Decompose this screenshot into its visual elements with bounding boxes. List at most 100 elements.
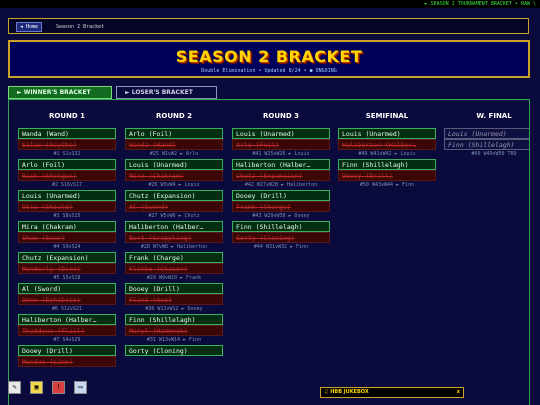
match-winner[interactable]: Finn (Shillelagh) xyxy=(338,159,436,170)
bracket-match[interactable]: Al (Sword) Omen (Exhibits) #6 S12vS21 xyxy=(18,283,116,313)
breadcrumb-current: Season 2 Bracket xyxy=(56,24,105,30)
jukebox-bar[interactable]: ♫ HBB JUKEBOX x xyxy=(320,387,464,398)
match-winner[interactable]: Dooey (Drill) xyxy=(232,190,330,201)
match-winner[interactable]: Louis (Unarmed) xyxy=(338,128,436,139)
match-winner[interactable]: Haliberton (Halber… xyxy=(125,221,223,232)
page-subtitle: Double Elimination • Updated 8/24 • ● ON… xyxy=(201,68,337,74)
match-info: #30 W11vW12 ► Dooey xyxy=(145,306,203,312)
match-info: #42 W27vW28 ► Haliberton xyxy=(244,182,318,188)
match-loser[interactable]: Haliberton (Halber… xyxy=(338,139,436,150)
team-slot[interactable]: Louis (Unarmed) xyxy=(444,128,529,139)
page-banner: SEASON 2 BRACKET Double Elimination • Up… xyxy=(8,40,530,78)
jukebox-close-button[interactable]: x xyxy=(457,388,460,397)
bracket-match[interactable]: Chutz (Expansion) Menderly (Dice) #5 S5vS2… xyxy=(18,252,116,282)
match-loser[interactable]: Burt (Grappling) xyxy=(125,232,223,243)
bracket-match[interactable]: Finn (Shillelagh) Dooey (Drill) #50 W43vW4… xyxy=(338,159,436,189)
match-info: #3 S8vS25 xyxy=(53,213,81,219)
bracket-match[interactable]: Arlo (Foil) Wanda (Wand) #25 W1vW2 ► Arlo xyxy=(125,128,223,158)
match-loser[interactable]: Chutz (Expansion) xyxy=(232,170,330,181)
match-loser[interactable]: Dooey (Drill) xyxy=(338,170,436,181)
match-loser[interactable]: Mira (Chakram) xyxy=(125,170,223,181)
match-winner[interactable]: Frank (Charge) xyxy=(125,252,223,263)
match-loser[interactable]: Al (Sword) xyxy=(125,201,223,212)
match-winner[interactable]: Dooey (Drill) xyxy=(18,345,116,356)
match-loser[interactable]: Flint (Axe) xyxy=(125,294,223,305)
jukebox-label: ♫ HBB JUKEBOX xyxy=(324,389,369,395)
bracket-match[interactable]: Louis (Unarmed) Arlo (Foil) #41 W25vW26 ► … xyxy=(232,128,330,158)
monitor-icon[interactable]: ▭ xyxy=(74,381,87,394)
match-info: #28 W7vW8 ► Haliberton xyxy=(140,244,208,250)
bracket-match[interactable]: Haliberton (Halber… Chutz (Expansion) #42 … xyxy=(232,159,330,189)
match-loser[interactable]: Otis (Shield) xyxy=(18,201,116,212)
marquee-ticker: ► SEASON 2 TOURNAMENT BRACKET • RAW \ xyxy=(424,1,536,7)
match-info: #60 W49vW50 TBD xyxy=(471,151,517,157)
breadcrumb: ◄ Home Season 2 Bracket xyxy=(8,18,529,34)
match-info: #6 S12vS21 xyxy=(51,306,83,312)
bracket-match[interactable]: Wanda (Wand) Silas (Scythe) #1 S1vS32 xyxy=(18,128,116,158)
bracket-match[interactable]: Finn (Shillelagh) Gorty (Cloning) #44 W31v… xyxy=(232,221,330,251)
match-winner[interactable]: Haliberton (Halber… xyxy=(18,314,116,325)
match-loser[interactable]: Rick (Shotgun) xyxy=(18,170,116,181)
match-winner[interactable]: Finn (Shillelagh) xyxy=(125,314,223,325)
match-loser[interactable]: Shaw (Scar) xyxy=(18,232,116,243)
match-loser[interactable]: Meryl (Hammock) xyxy=(125,325,223,336)
footer-icon-bar: ✎ ▣! ▭ xyxy=(8,381,96,396)
home-button[interactable]: ◄ Home xyxy=(16,22,43,32)
notepad-icon[interactable]: ✎ xyxy=(8,381,21,394)
match-info: #1 S1vS32 xyxy=(53,151,81,157)
match-winner[interactable]: Haliberton (Halber… xyxy=(232,159,330,170)
team-slot[interactable]: Finn (Shillelagh) xyxy=(444,139,529,150)
match-loser[interactable]: Flikke (Chaser) xyxy=(125,263,223,274)
bracket-match[interactable]: Gorty (Cloning) xyxy=(125,345,223,356)
round-heading: ROUND 3 xyxy=(262,112,299,120)
match-winner[interactable]: Gorty (Cloning) xyxy=(125,345,223,356)
match-loser[interactable]: Thaddeus (Flail) xyxy=(18,325,116,336)
match-winner[interactable]: Louis (Unarmed) xyxy=(18,190,116,201)
bracket-match[interactable]: Mira (Chakram) Shaw (Scar) #4 S9vS24 xyxy=(18,221,116,251)
match-loser[interactable]: Menderly (Dice) xyxy=(18,263,116,274)
bracket-match[interactable]: Frank (Charge) Flikke (Chaser) #29 W9vW10 … xyxy=(125,252,223,282)
match-winner[interactable]: Chutz (Expansion) xyxy=(18,252,116,263)
bracket-match[interactable]: Dooey (Drill) Mundus (Lime) xyxy=(18,345,116,367)
bracket-match[interactable]: Dooey (Drill) Flint (Axe) #30 W11vW12 ► Do… xyxy=(125,283,223,313)
match-winner[interactable]: Arlo (Foil) xyxy=(18,159,116,170)
match-winner[interactable]: Louis (Unarmed) xyxy=(125,159,223,170)
match-info: #44 W31vW32 ► Finn xyxy=(253,244,309,250)
match-winner[interactable]: Chutz (Expansion) xyxy=(125,190,223,201)
tab-losers-bracket[interactable]: ► LOSER'S BRACKET xyxy=(116,86,217,99)
bracket-match[interactable]: Haliberton (Halber… Burt (Grappling) #28 W… xyxy=(125,221,223,251)
bracket-match[interactable]: Louis (Unarmed) Mira (Chakram) #26 W3vW4 ►… xyxy=(125,159,223,189)
match-loser[interactable]: Gorty (Cloning) xyxy=(232,232,330,243)
match-loser[interactable]: Wanda (Wand) xyxy=(125,139,223,150)
match-winner[interactable]: Mira (Chakram) xyxy=(18,221,116,232)
match-loser[interactable]: Omen (Exhibits) xyxy=(18,294,116,305)
match-loser[interactable]: Mundus (Lime) xyxy=(18,356,116,367)
bracket-match[interactable]: Dooey (Drill) Frank (Charge) #43 W29vW30 ►… xyxy=(232,190,330,220)
match-winner[interactable]: Finn (Shillelagh) xyxy=(232,221,330,232)
bracket-match[interactable]: Louis (Unarmed) Otis (Shield) #3 S8vS25 xyxy=(18,190,116,220)
match-winner[interactable]: Louis (Unarmed) xyxy=(232,128,330,139)
match-info: #26 W3vW4 ► Louis xyxy=(148,182,200,188)
match-winner[interactable]: Wanda (Wand) xyxy=(18,128,116,139)
match-info: #4 S9vS24 xyxy=(53,244,81,250)
bracket-match[interactable]: Haliberton (Halber… Thaddeus (Flail) #7 S4… xyxy=(18,314,116,344)
bracket-match[interactable]: Finn (Shillelagh) Meryl (Hammock) #31 W13v… xyxy=(125,314,223,344)
bracket-match[interactable]: Arlo (Foil) Rick (Shotgun) #2 S16vS17 xyxy=(18,159,116,189)
round-heading: W. FINAL xyxy=(476,112,512,120)
bracket-match[interactable]: Chutz (Expansion) Al (Sword) #27 W5vW6 ► C… xyxy=(125,190,223,220)
match-loser[interactable]: Arlo (Foil) xyxy=(232,139,330,150)
match-loser[interactable]: Frank (Charge) xyxy=(232,201,330,212)
round-heading: SEMIFINAL xyxy=(365,112,409,120)
match-info: #49 W41vW42 ► Louis xyxy=(358,151,416,157)
match-info: #25 W1vW2 ► Arlo xyxy=(149,151,199,157)
bracket-match[interactable]: Louis (Unarmed) Finn (Shillelagh) #60 W49v… xyxy=(444,128,529,158)
bracket-match[interactable]: Louis (Unarmed) Haliberton (Halber… #49 W4… xyxy=(338,128,436,158)
folder-icon[interactable]: ▣ xyxy=(30,381,43,394)
match-winner[interactable]: Arlo (Foil) xyxy=(125,128,223,139)
match-winner[interactable]: Dooey (Drill) xyxy=(125,283,223,294)
match-loser[interactable]: Silas (Scythe) xyxy=(18,139,116,150)
page-title: SEASON 2 BRACKET xyxy=(175,47,363,66)
tab-winners-bracket[interactable]: ► WINNER'S BRACKET xyxy=(8,86,112,99)
warning-icon[interactable]: ! xyxy=(52,381,65,394)
match-winner[interactable]: Al (Sword) xyxy=(18,283,116,294)
